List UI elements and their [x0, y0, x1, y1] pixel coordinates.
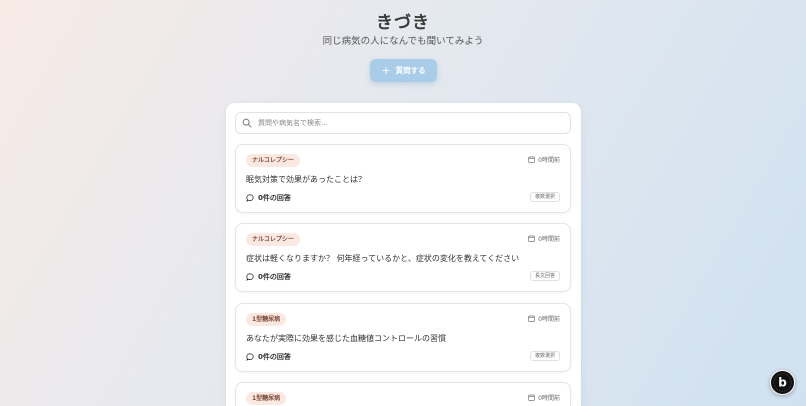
post-time-text: 0時間前: [538, 316, 560, 323]
fab-letter: b: [778, 376, 787, 390]
calendar-icon: [528, 156, 535, 163]
post-time: 0時間前: [528, 155, 560, 164]
post-time: 0時間前: [528, 234, 560, 243]
answer-type-badge: 複数選択: [529, 192, 560, 202]
answer-type-badge: 長文回答: [529, 271, 560, 281]
question-list-panel: ナルコレプシー 0時間前 眠気対策で効果があったことは？ 0件の回答 複数選択 …: [226, 103, 581, 406]
answer-count: 0件の回答: [246, 193, 291, 203]
question-card[interactable]: ナルコレプシー 0時間前 症状は軽くなりますか？ 何年経っているかと、症状の変化…: [235, 223, 571, 292]
plus-icon: +: [381, 64, 391, 77]
answer-count-text: 0件の回答: [258, 353, 291, 361]
question-title[interactable]: 眠気対策で効果があったことは？: [246, 174, 366, 185]
question-card[interactable]: 1型糖尿病 0時間前 あなたが実際に効果を感じた血糖値コントロールの習慣 0件の…: [235, 303, 571, 372]
disease-tag[interactable]: ナルコレプシー: [246, 154, 300, 167]
post-time-text: 0時間前: [538, 395, 560, 402]
calendar-icon: [528, 235, 535, 242]
search-icon: [242, 118, 252, 128]
calendar-icon: [528, 394, 535, 401]
answer-count-text: 0件の回答: [258, 273, 291, 281]
ask-button-label: 質問する: [395, 66, 426, 75]
answer-count: 0件の回答: [246, 272, 291, 282]
post-time: 0時間前: [528, 393, 560, 402]
post-time-text: 0時間前: [538, 157, 560, 164]
comment-icon: [246, 194, 254, 202]
app-subtitle: 同じ病気の人になんでも聞いてみよう: [322, 36, 484, 47]
disease-tag[interactable]: 1型糖尿病: [246, 392, 287, 405]
answer-count-text: 0件の回答: [258, 194, 291, 202]
disease-tag[interactable]: ナルコレプシー: [246, 233, 300, 246]
answer-type-badge: 複数選択: [529, 351, 560, 361]
question-title[interactable]: 症状は軽くなりますか？ 何年経っているかと、症状の変化を教えてください: [246, 253, 519, 264]
question-card[interactable]: ナルコレプシー 0時間前 眠気対策で効果があったことは？ 0件の回答 複数選択: [235, 144, 571, 213]
floating-action-button[interactable]: b: [770, 370, 795, 395]
calendar-icon: [528, 315, 535, 322]
b-logo-icon: b: [773, 373, 792, 392]
ask-question-button[interactable]: + 質問する: [370, 59, 437, 82]
post-time: 0時間前: [528, 314, 560, 323]
question-title[interactable]: あなたが実際に効果を感じた血糖値コントロールの習慣: [246, 333, 446, 344]
search-input[interactable]: [258, 119, 558, 127]
question-card[interactable]: 1型糖尿病 0時間前: [235, 382, 571, 406]
disease-tag[interactable]: 1型糖尿病: [246, 313, 287, 326]
search-box[interactable]: [235, 112, 571, 134]
comment-icon: [246, 353, 254, 361]
app-title: きづき: [376, 13, 430, 33]
post-time-text: 0時間前: [538, 236, 560, 243]
comment-icon: [246, 273, 254, 281]
answer-count: 0件の回答: [246, 352, 291, 362]
